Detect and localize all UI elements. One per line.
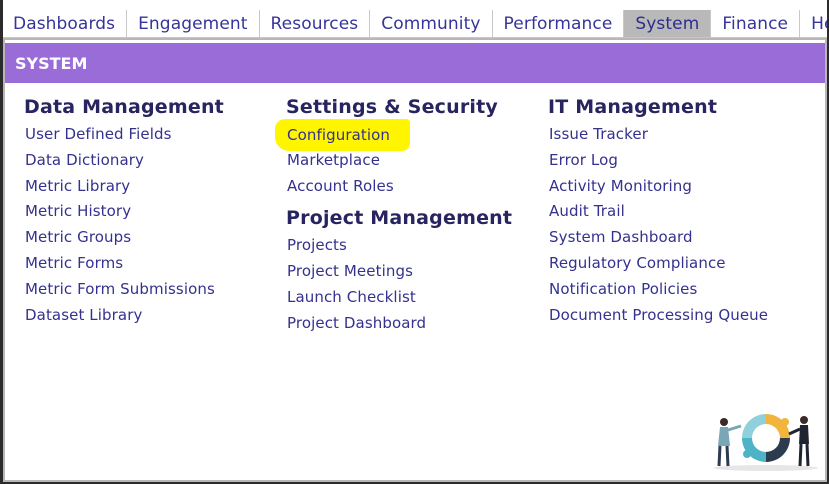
menu-item-issue-tracker[interactable]: Issue Tracker: [549, 122, 768, 148]
menu-item-regulatory-compliance[interactable]: Regulatory Compliance: [549, 251, 768, 277]
menu-item-audit-trail[interactable]: Audit Trail: [549, 199, 768, 225]
section-heading-settings-security: Settings & Security: [286, 96, 498, 118]
menu-item-metric-history[interactable]: Metric History: [25, 199, 224, 225]
menu-item-metric-library[interactable]: Metric Library: [25, 174, 224, 200]
section-heading-it-management: IT Management: [548, 96, 718, 118]
tab-resources[interactable]: Resources: [260, 10, 371, 37]
menu-item-error-log[interactable]: Error Log: [549, 148, 768, 174]
tab-help[interactable]: Help: [800, 10, 827, 37]
menu-item-marketplace[interactable]: Marketplace: [287, 148, 512, 174]
menu-item-activity-monitoring[interactable]: Activity Monitoring: [549, 174, 768, 200]
column-it-management: IT Management Issue Tracker Error Log Ac…: [548, 96, 768, 328]
menu-item-document-processing-queue[interactable]: Document Processing Queue: [549, 303, 768, 329]
menu-item-configuration[interactable]: Configuration: [275, 119, 512, 151]
menu-item-user-defined-fields[interactable]: User Defined Fields: [25, 122, 224, 148]
menu-item-dataset-library[interactable]: Dataset Library: [25, 303, 224, 329]
menu-item-system-dashboard[interactable]: System Dashboard: [549, 225, 768, 251]
column-settings-projects: Settings & Security Configuration Market…: [275, 96, 513, 337]
tab-performance[interactable]: Performance: [493, 10, 625, 37]
tab-community[interactable]: Community: [370, 10, 493, 37]
menu-item-projects[interactable]: Projects: [287, 233, 512, 259]
top-navigation: Dashboards Engagement Resources Communit…: [3, 10, 827, 38]
tab-dashboards[interactable]: Dashboards: [3, 10, 128, 37]
menu-item-metric-groups[interactable]: Metric Groups: [25, 225, 224, 251]
menu-item-data-dictionary[interactable]: Data Dictionary: [25, 148, 224, 174]
tab-engagement[interactable]: Engagement: [127, 10, 260, 37]
menu-item-project-dashboard[interactable]: Project Dashboard: [287, 311, 512, 337]
menu-item-launch-checklist[interactable]: Launch Checklist: [287, 285, 512, 311]
menu-item-metric-forms[interactable]: Metric Forms: [25, 251, 224, 277]
section-heading-project-management: Project Management: [286, 207, 513, 230]
column-data-management: Data Management User Defined Fields Data…: [24, 96, 224, 328]
team-puzzle-cycle-illustration: [714, 414, 818, 471]
system-menu-panel: SYSTEM Data Management User Defined Fiel…: [3, 38, 827, 482]
menu-item-project-meetings[interactable]: Project Meetings: [287, 259, 512, 285]
section-heading-data-management: Data Management: [24, 96, 224, 118]
panel-title: SYSTEM: [5, 43, 825, 83]
tab-finance[interactable]: Finance: [711, 10, 801, 37]
menu-item-account-roles[interactable]: Account Roles: [287, 174, 512, 200]
menu-item-metric-form-submissions[interactable]: Metric Form Submissions: [25, 277, 224, 303]
menu-item-notification-policies[interactable]: Notification Policies: [549, 277, 768, 303]
highlighted-menu-item-label: Configuration: [275, 119, 411, 151]
tab-system[interactable]: System: [624, 10, 712, 37]
